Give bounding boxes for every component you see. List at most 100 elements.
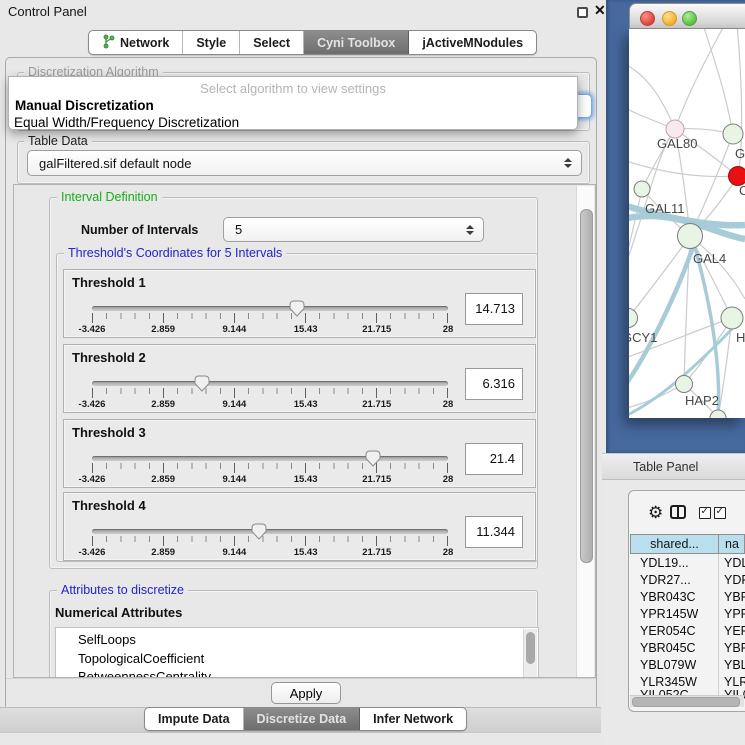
table-row[interactable]: YLR345W <box>640 675 697 689</box>
node-label: H <box>736 330 745 345</box>
network-graph: GAL80 GA C GAL11 GAL4 GCY1 H HAP2 <box>629 29 745 418</box>
minimize-traffic-light-icon[interactable] <box>662 11 677 26</box>
threshold-4-label: Threshold 4 <box>72 498 146 513</box>
table-cell[interactable]: YBR0 <box>724 641 745 655</box>
list-item[interactable]: SelfLoops <box>56 631 538 650</box>
tab-jactivemnodules[interactable]: jActiveMNodules <box>409 31 536 54</box>
tab-style[interactable]: Style <box>183 31 240 54</box>
list-scrollbar-thumb[interactable] <box>526 632 535 664</box>
threshold-3-label: Threshold 3 <box>72 425 146 440</box>
attributes-group-label: Attributes to discretize <box>57 584 188 597</box>
tab-network-label: Network <box>120 36 169 50</box>
network-icon <box>102 34 115 52</box>
bottom-tab-bar: Impute Data Discretize Data Infer Networ… <box>144 707 467 731</box>
column-header-shared[interactable]: shared... <box>630 534 719 554</box>
threshold-2-row: Threshold 2 -3.426 2.859 9.144 15.43 21.… <box>63 344 536 413</box>
algorithm-hint-option[interactable]: Select algorithm to view settings <box>9 81 577 96</box>
threshold-4-slider[interactable] <box>92 529 448 534</box>
panel-title: Control Panel <box>8 4 87 19</box>
table-cell[interactable]: YPR1 <box>724 607 745 621</box>
column-checkboxes-icon[interactable] <box>699 506 729 524</box>
number-of-intervals-value: 5 <box>235 222 242 237</box>
table-cell[interactable]: YER0 <box>724 624 745 638</box>
threshold-1-slider[interactable] <box>92 306 448 311</box>
top-tab-bar: Network Style Select Cyni Toolbox jActiv… <box>88 30 537 55</box>
numerical-attributes-title: Numerical Attributes <box>55 605 182 620</box>
tab-cyni-toolbox[interactable]: Cyni Toolbox <box>304 31 409 54</box>
tab-impute-data[interactable]: Impute Data <box>145 708 244 730</box>
threshold-1-value-field[interactable]: 14.713 <box>465 293 523 325</box>
option-equal-width-frequency[interactable]: Equal Width/Frequency Discretization <box>14 115 239 130</box>
node-label: GCY1 <box>629 330 657 345</box>
numerical-attributes-list: SelfLoops TopologicalCoefficient Between… <box>55 627 539 678</box>
threshold-4-row: Threshold 4 -3.426 2.859 9.144 15.43 21.… <box>63 492 536 561</box>
combo-arrows-icon <box>466 225 474 235</box>
tab-network[interactable]: Network <box>89 31 183 54</box>
combo-arrows-icon <box>564 158 572 168</box>
tab-select[interactable]: Select <box>240 31 304 54</box>
table-row[interactable]: YDL19... <box>640 556 689 570</box>
algorithm-dropdown-popup: Select algorithm to view settings Manual… <box>8 76 578 130</box>
list-item[interactable]: BetweennessCentrality <box>56 668 538 678</box>
tab-infer-network[interactable]: Infer Network <box>360 708 466 730</box>
list-item[interactable]: TopologicalCoefficient <box>56 650 538 669</box>
node-label: GAL11 <box>645 201 685 216</box>
node-green[interactable] <box>723 124 743 144</box>
table-horizontal-scrollbar[interactable] <box>630 695 744 707</box>
table-cell[interactable]: YLR3 <box>724 675 745 689</box>
table-data-combobox[interactable]: galFiltered.sif default node <box>27 150 582 176</box>
table-row[interactable]: YPR145W <box>640 607 698 621</box>
threshold-2-label: Threshold 2 <box>72 350 146 365</box>
node-h[interactable] <box>721 307 743 329</box>
network-canvas[interactable]: GAL80 GA C GAL11 GAL4 GCY1 H HAP2 <box>629 29 745 418</box>
settings-scroll-pane: Interval Definition Number of Intervals … <box>13 184 596 678</box>
tab-discretize-data[interactable]: Discretize Data <box>244 708 361 730</box>
close-traffic-light-icon[interactable] <box>640 11 655 26</box>
node-label: HAP2 <box>685 393 719 408</box>
slider-ticks <box>92 536 448 547</box>
number-of-intervals-combobox[interactable]: 5 <box>223 217 484 242</box>
settings-scrollbar-thumb[interactable] <box>580 209 593 563</box>
table-data-group-label: Table Data <box>24 135 92 148</box>
network-window-titlebar[interactable] <box>629 3 745 29</box>
table-row[interactable]: YBR045C <box>640 641 696 655</box>
table-cell[interactable]: YDL1 <box>724 556 745 570</box>
table-data-value: galFiltered.sif default node <box>39 156 191 171</box>
table-cell[interactable]: YDR2 <box>724 573 745 587</box>
slider-ticks <box>92 313 448 324</box>
column-header-name[interactable]: na <box>718 534 745 554</box>
threshold-3-value-field[interactable]: 21.4 <box>465 443 523 475</box>
threshold-2-value-field[interactable]: 6.316 <box>465 368 523 400</box>
zoom-traffic-light-icon[interactable] <box>682 11 697 26</box>
table-cell[interactable]: YBL0 <box>724 658 745 672</box>
close-icon[interactable]: ✕ <box>594 2 606 19</box>
apply-button[interactable]: Apply <box>271 682 341 704</box>
split-columns-icon[interactable] <box>670 505 686 519</box>
node-gal4[interactable] <box>678 224 703 249</box>
number-of-intervals-label: Number of Intervals <box>81 223 198 237</box>
table-row[interactable]: YBR043C <box>640 590 696 604</box>
threshold-3-slider[interactable] <box>92 456 448 461</box>
node-hap2[interactable] <box>676 376 693 393</box>
option-manual-discretization[interactable]: Manual Discretization <box>15 98 154 113</box>
threshold-4-value-field[interactable]: 11.344 <box>465 516 523 548</box>
node-label: C <box>739 183 745 198</box>
table-cell[interactable]: YBR0 <box>724 590 745 604</box>
gear-icon[interactable]: ⚙ <box>648 504 663 521</box>
threshold-1-row: Threshold 1 -3.426 2.859 9.144 15.43 21.… <box>63 269 536 338</box>
node-gcy1[interactable] <box>629 309 638 328</box>
threshold-1-label: Threshold 1 <box>72 275 146 290</box>
settings-scrollbar[interactable] <box>576 186 594 678</box>
float-window-icon[interactable] <box>577 7 588 18</box>
table-scrollbar-thumb[interactable] <box>632 697 740 707</box>
interval-definition-label: Interval Definition <box>57 191 162 204</box>
table-row[interactable]: YDR27... <box>640 573 691 587</box>
node-gal11[interactable] <box>634 181 650 197</box>
list-scrollbar[interactable] <box>523 629 537 678</box>
table-row[interactable]: YBL079W <box>640 658 696 672</box>
threshold-2-slider[interactable] <box>92 381 448 386</box>
table-row[interactable]: YER054C <box>640 624 696 638</box>
column-divider <box>718 554 719 695</box>
slider-ticks <box>92 463 448 474</box>
slider-ticks <box>92 388 448 399</box>
